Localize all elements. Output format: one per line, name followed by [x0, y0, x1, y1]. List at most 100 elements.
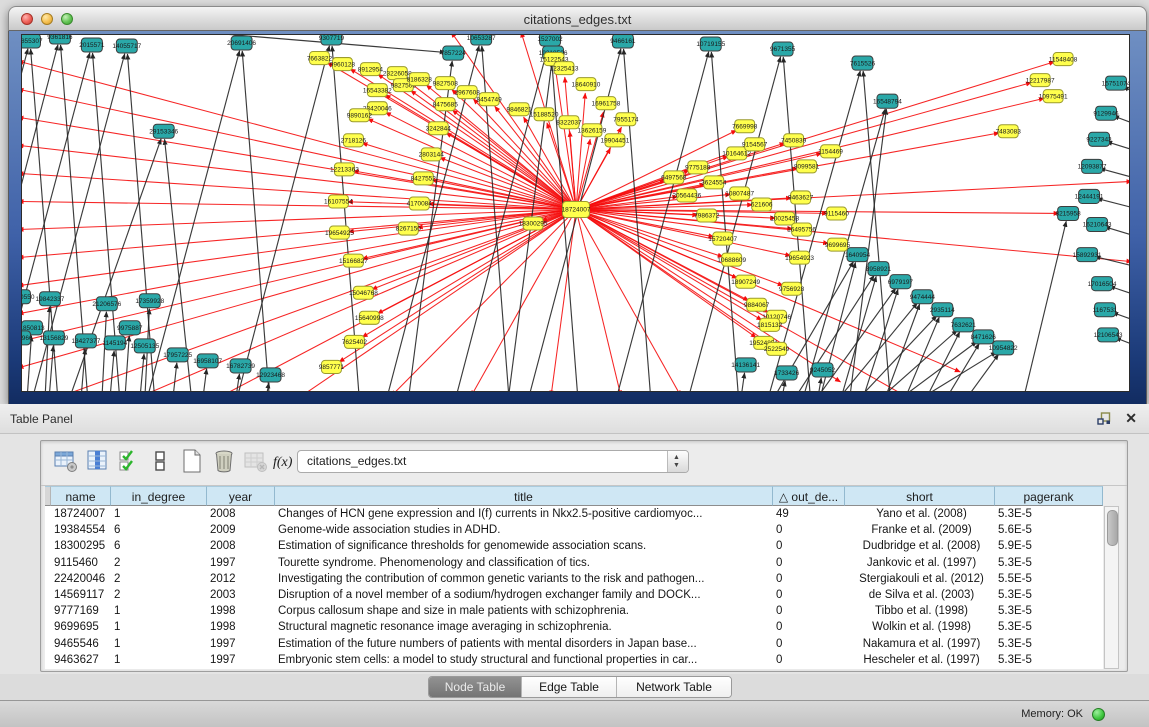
memory-ok-indicator-icon[interactable] [1092, 708, 1105, 721]
cell-name[interactable]: 9465546 [51, 636, 111, 652]
graph-node[interactable]: 621606 [751, 198, 773, 211]
cell-out_degree[interactable]: 0 [773, 571, 845, 587]
cell-in_degree[interactable]: 2 [111, 587, 207, 603]
graph-node[interactable]: 1167531 [1093, 303, 1118, 317]
cell-out_degree[interactable]: 49 [773, 506, 845, 522]
graph-node[interactable]: 19842337 [36, 292, 65, 306]
graph-node[interactable]: 9960128 [330, 58, 356, 71]
cell-pagerank[interactable]: 5.3E-5 [995, 603, 1103, 619]
column-header-in_degree[interactable]: in_degree [111, 486, 207, 506]
graph-node[interactable]: 8471626 [971, 330, 997, 344]
cell-short[interactable]: Franke et al. (2009) [845, 522, 995, 538]
graph-node[interactable]: 16782739 [226, 359, 255, 373]
graph-node[interactable]: 8186328 [407, 73, 433, 86]
cell-in_degree[interactable]: 2 [111, 555, 207, 571]
graph-node[interactable]: 10719155 [696, 37, 725, 51]
column-header-out_degree[interactable]: △ out_de... [773, 486, 845, 506]
table-row[interactable]: 946362711997Embryonic stem cells: a mode… [45, 652, 1103, 668]
graph-node[interactable]: 7625402 [342, 335, 368, 348]
table-row[interactable]: 946554611997Estimation of the future num… [45, 636, 1103, 652]
scrollbar-thumb[interactable] [1107, 510, 1118, 546]
create-column-icon[interactable] [179, 448, 205, 474]
graph-node[interactable]: 25260550 [22, 290, 35, 304]
table-row[interactable]: 911546021997Tourette syndrome. Phenomeno… [45, 555, 1103, 571]
cell-in_degree[interactable]: 1 [111, 636, 207, 652]
graph-node[interactable]: 12093877 [1078, 159, 1107, 173]
cell-pagerank[interactable]: 5.6E-5 [995, 522, 1103, 538]
row-height-icon[interactable] [147, 448, 173, 474]
table-row[interactable]: 1830029562008Estimation of significance … [45, 538, 1103, 554]
graph-node[interactable]: 9115460 [824, 207, 849, 220]
cell-in_degree[interactable]: 1 [111, 619, 207, 635]
column-header-title[interactable]: title [275, 486, 773, 506]
graph-node[interactable]: 7857224 [441, 46, 467, 60]
delete-column-icon[interactable] [211, 448, 237, 474]
cell-name[interactable]: 18724007 [51, 506, 111, 522]
cell-out_degree[interactable]: 0 [773, 619, 845, 635]
cell-pagerank[interactable]: 5.3E-5 [995, 619, 1103, 635]
cell-year[interactable]: 2009 [207, 522, 275, 538]
table-row[interactable]: 1872400712008Changes of HCN gene express… [45, 506, 1103, 522]
column-header-pagerank[interactable]: pagerank [995, 486, 1103, 506]
graph-node[interactable]: 17016504 [1088, 277, 1117, 291]
table-row[interactable]: 969969511998Structural magnetic resonanc… [45, 619, 1103, 635]
graph-node[interactable]: 9775188 [685, 161, 711, 174]
graph-node[interactable]: 10975491 [1039, 90, 1068, 103]
graph-node[interactable]: 18640910 [572, 78, 601, 91]
cell-year[interactable]: 2008 [207, 506, 275, 522]
cell-title[interactable]: Disruption of a novel member of a sodium… [275, 587, 773, 603]
graph-node[interactable]: 19904451 [601, 134, 630, 147]
graph-node[interactable]: 1733426 [774, 366, 800, 380]
graph-node[interactable]: 16543382 [363, 84, 392, 97]
cell-out_degree[interactable]: 0 [773, 636, 845, 652]
graph-node[interactable]: 1145194 [102, 336, 127, 350]
cell-name[interactable]: 9699695 [51, 619, 111, 635]
graph-node[interactable]: 15166827 [339, 254, 368, 267]
graph-node[interactable]: 21206576 [92, 297, 121, 311]
cell-name[interactable]: 9115460 [51, 555, 111, 571]
graph-node[interactable]: 19654923 [785, 251, 814, 264]
graph-node[interactable]: 7955174 [613, 113, 639, 126]
cell-name[interactable]: 14569117 [51, 587, 111, 603]
graph-node[interactable]: 18907249 [731, 275, 760, 288]
cell-out_degree[interactable]: 0 [773, 603, 845, 619]
cell-out_degree[interactable]: 0 [773, 587, 845, 603]
window-titlebar[interactable]: citations_edges.txt [8, 6, 1147, 31]
graph-node[interactable]: 1855307 [22, 35, 43, 48]
graph-node[interactable]: 11548408 [1049, 53, 1078, 66]
cell-year[interactable]: 1997 [207, 652, 275, 668]
table-vertical-scrollbar[interactable] [1104, 506, 1119, 669]
graph-node[interactable]: 15892931 [1073, 248, 1102, 262]
graph-node[interactable]: 2803144 [419, 148, 445, 161]
graph-node[interactable]: 9129946 [1093, 106, 1119, 120]
graph-node[interactable]: 8454749 [477, 93, 503, 106]
graph-node[interactable]: 9466161 [610, 35, 636, 48]
graph-node[interactable]: 9463627 [788, 191, 814, 204]
cell-title[interactable]: Embryonic stem cells: a model to study s… [275, 652, 773, 668]
graph-node[interactable]: 6497568 [661, 171, 687, 184]
function-builder-icon[interactable]: f(x) [271, 448, 297, 474]
graph-node[interactable]: 17359928 [135, 294, 164, 308]
cell-name[interactable]: 18300295 [51, 538, 111, 554]
graph-node[interactable]: 2015571 [79, 38, 105, 52]
citation-network-graph[interactable]: 1855307936181620155711405571720691406930… [22, 35, 1129, 391]
cell-year[interactable]: 1998 [207, 603, 275, 619]
graph-node[interactable]: 8215958 [1055, 206, 1081, 220]
graph-node[interactable]: 7615526 [850, 56, 876, 70]
cell-title[interactable]: Genome-wide association studies in ADHD. [275, 522, 773, 538]
table-row[interactable]: 1456911722003Disruption of a novel membe… [45, 587, 1103, 603]
graph-node[interactable]: 7483083 [996, 125, 1022, 138]
close-panel-icon[interactable]: ✕ [1125, 410, 1137, 427]
cell-year[interactable]: 1997 [207, 636, 275, 652]
cell-name[interactable]: 22420046 [51, 571, 111, 587]
graph-node[interactable]: 1640954 [845, 248, 871, 262]
cell-year[interactable]: 2008 [207, 538, 275, 554]
graph-node[interactable]: 13156829 [40, 331, 69, 345]
graph-node[interactable]: 16958107 [193, 354, 222, 368]
graph-node[interactable]: 19654925 [325, 226, 354, 239]
select-columns-icon[interactable] [117, 448, 143, 474]
graph-node[interactable]: 14136141 [731, 358, 760, 372]
graph-node[interactable]: 9975887 [117, 321, 143, 335]
graph-node[interactable]: 10653287 [467, 35, 496, 45]
graph-node[interactable]: 2935114 [930, 303, 955, 317]
